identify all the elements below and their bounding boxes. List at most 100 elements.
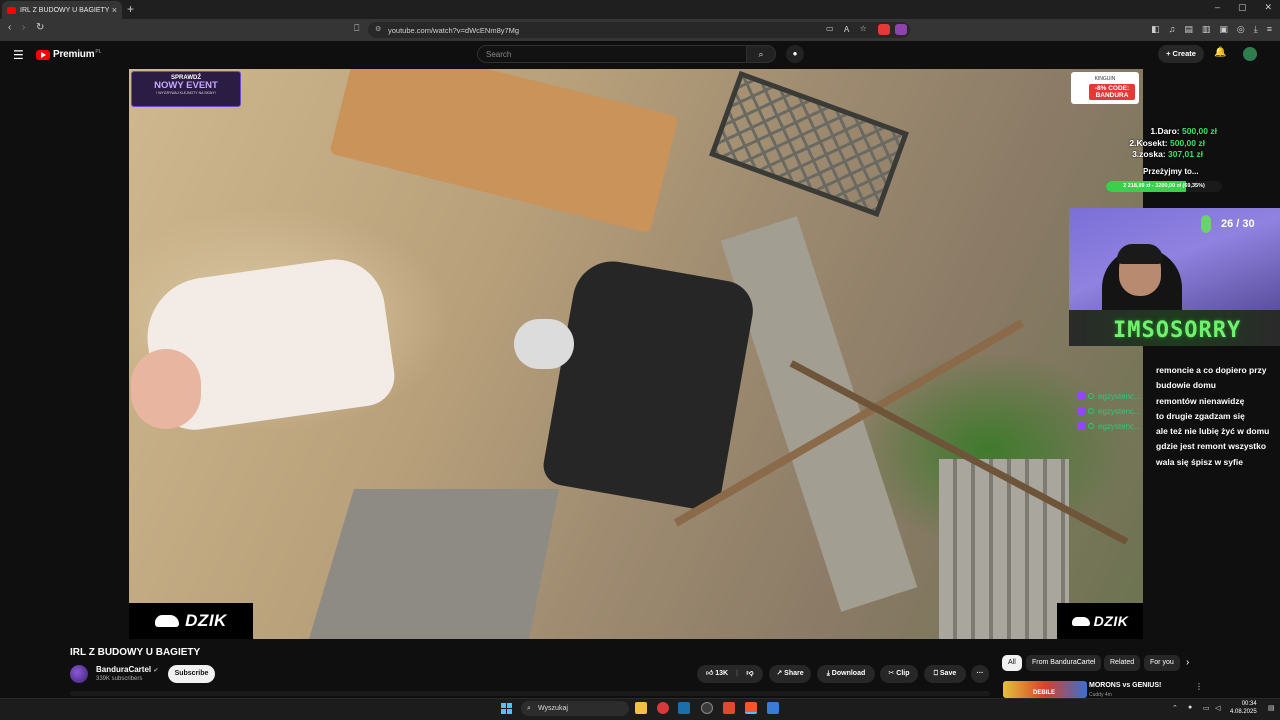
search-icon: ⌕ [758, 49, 764, 59]
goal-text: 2 218,89 zł - 3200,00 zł (69,35%) [1123, 183, 1205, 189]
windows-start-icon[interactable] [501, 703, 512, 714]
donor-row: 1.Daro: 500,00 zł [1150, 126, 1217, 136]
wooden-board [329, 69, 679, 234]
window-controls: – ▢ ✕ [1215, 2, 1272, 13]
star-icon[interactable]: ☆ [860, 24, 867, 35]
recommended-title[interactable]: MORONS vs GENIUS! [1089, 682, 1161, 689]
tab-close-icon[interactable]: × [112, 5, 117, 15]
download-button[interactable]: ⤓ Download [817, 665, 875, 683]
chip-related[interactable]: Related [1104, 655, 1141, 671]
file-explorer-icon[interactable] [635, 702, 647, 714]
guide-menu-icon[interactable]: ☰ [13, 48, 24, 62]
media-icon[interactable]: ♫ [1169, 24, 1176, 35]
sidebar-toggle-icon[interactable]: ▥ [1202, 24, 1211, 35]
search-input[interactable]: Search [477, 45, 747, 63]
promo-brand: KINGUIN [1094, 76, 1116, 82]
extensions-icon[interactable]: ◧ [1151, 24, 1160, 35]
volume-icon[interactable]: ◁ [1215, 704, 1220, 712]
taskbar-clock[interactable]: 00:34 4.08.2025 [1230, 700, 1257, 716]
donor-row: 2.Kosekt: 500,00 zł [1129, 137, 1205, 148]
video-title: IRL Z BUDOWY U BAGIETY [70, 647, 201, 658]
app-grid-icon[interactable] [767, 702, 779, 714]
notifications-bell-icon[interactable]: 🔔 [1214, 47, 1226, 58]
chevron-right-icon[interactable]: › [1186, 657, 1189, 668]
clock-time: 00:34 [1241, 701, 1257, 707]
like-dislike-group: 👍︎ 13K | 👎︎ [697, 665, 763, 683]
extension-rewards-icon[interactable] [895, 24, 907, 35]
boar-icon [155, 615, 180, 627]
dislike-button[interactable]: 👎︎ [738, 665, 762, 683]
recommended-menu-icon[interactable]: ⋮ [1195, 682, 1203, 691]
search-button[interactable]: ⌕ [746, 45, 776, 63]
verified-icon: ✔ [153, 668, 159, 674]
clip-button[interactable]: ✂ Clip [880, 665, 918, 683]
more-actions-button[interactable]: ··· [971, 665, 989, 683]
worker-hairnet [514, 319, 574, 369]
cast-icon[interactable]: ▭ [826, 24, 834, 35]
worker-head [131, 349, 201, 429]
event-overlay: SPRAWDŹ NOWY EVENT I WYGRYWAJ KLEJNOTY N… [131, 71, 241, 107]
back-icon[interactable]: ‹ [8, 22, 11, 33]
like-button[interactable]: 👍︎ 13K [698, 665, 736, 683]
brave-browser-icon[interactable] [745, 702, 757, 714]
minimize-button[interactable]: – [1215, 2, 1220, 13]
subscriber-count: 339K subscribers [96, 676, 143, 682]
event-line3: I WYGRYWAJ KLEJNOTY NA SKINY! [156, 91, 216, 95]
steam-icon[interactable] [678, 702, 690, 714]
logo-text: Premium [53, 49, 95, 60]
notification-center-icon[interactable]: ▤ [1268, 704, 1275, 712]
app-circle-icon[interactable] [701, 702, 713, 714]
chat-username: egzystenc... [1077, 407, 1141, 416]
save-button[interactable]: ⎕ Save [924, 665, 966, 683]
share-button[interactable]: ↗ Share [769, 665, 811, 683]
bookmark-icon[interactable]: ⎕ [354, 23, 359, 34]
chip-for-you[interactable]: For you [1144, 655, 1180, 671]
recommended-thumbnail[interactable]: DEBILE [1003, 681, 1087, 698]
youtube-favicon-icon [7, 6, 16, 14]
streamer-hair [1117, 244, 1163, 264]
create-button[interactable]: + Create [1158, 45, 1204, 63]
new-tab-button[interactable]: + [127, 1, 134, 17]
description-box[interactable] [70, 691, 990, 696]
thumbnail-text: DEBILE [1033, 690, 1056, 696]
chip-all[interactable]: All [1002, 655, 1022, 671]
translate-icon[interactable]: Ａ [843, 24, 851, 35]
microphone-icon: ● [792, 49, 798, 58]
browser-tab[interactable]: IRL Z BUDOWY U BAGIETY - Y × [2, 1, 122, 19]
voice-search-button[interactable]: ● [786, 45, 804, 63]
tray-overflow-icon[interactable]: ⌃ [1172, 704, 1178, 712]
site-info-icon[interactable]: ⚙ [375, 25, 381, 33]
browser-tab-bar: IRL Z BUDOWY U BAGIETY - Y × + – ▢ ✕ [0, 0, 1280, 19]
scissors-icon: ✂ [888, 670, 895, 677]
wallet-icon[interactable]: ▣ [1219, 24, 1228, 35]
account-avatar[interactable] [1243, 47, 1257, 61]
maximize-button[interactable]: ▢ [1238, 2, 1247, 13]
microphone-tray-icon[interactable]: ● [1188, 704, 1192, 711]
menu-icon[interactable]: ≡ [1267, 24, 1272, 35]
goal-title: Przeżyjmy to... [1143, 167, 1199, 176]
thumbs-down-icon: 👎︎ [746, 670, 754, 677]
taskbar-search[interactable]: ⌕ Wyszukaj [521, 701, 629, 716]
top-donors: 1.Daro: 500,00 zł 2.Kosekt: 500,00 zł 3.… [989, 126, 1217, 161]
network-icon[interactable]: ▭ [1203, 704, 1210, 712]
chip-from-channel[interactable]: From BanduraCartel [1026, 655, 1102, 671]
boar-icon [1071, 616, 1090, 626]
dzik-watermark-left: DZIK [129, 603, 253, 639]
clock-date: 4.08.2025 [1230, 709, 1257, 715]
app-media-icon[interactable] [723, 702, 735, 714]
extension-shield-icon[interactable] [878, 24, 890, 35]
youtube-logo[interactable]: Premium PL [36, 49, 102, 60]
browser-nav-bar: ‹ › ↻ ⎕ ⚙ youtube.com/watch?v=dWcENm8y7M… [0, 19, 1280, 41]
opera-browser-icon[interactable] [657, 702, 669, 714]
chat-dot-icon [1088, 393, 1094, 399]
forward-icon[interactable]: › [22, 22, 25, 33]
reload-icon[interactable]: ↻ [36, 22, 44, 33]
youtube-play-icon [36, 49, 50, 60]
profile-icon[interactable]: ◎ [1237, 24, 1245, 35]
downloads-icon[interactable]: ⤓ [1254, 24, 1258, 35]
channel-name[interactable]: BanduraCartel ✔ [96, 665, 158, 674]
reading-list-icon[interactable]: ▤ [1184, 24, 1193, 35]
close-window-button[interactable]: ✕ [1264, 2, 1272, 13]
channel-avatar[interactable] [70, 665, 88, 683]
subscribe-button[interactable]: Subscribe [168, 665, 215, 683]
